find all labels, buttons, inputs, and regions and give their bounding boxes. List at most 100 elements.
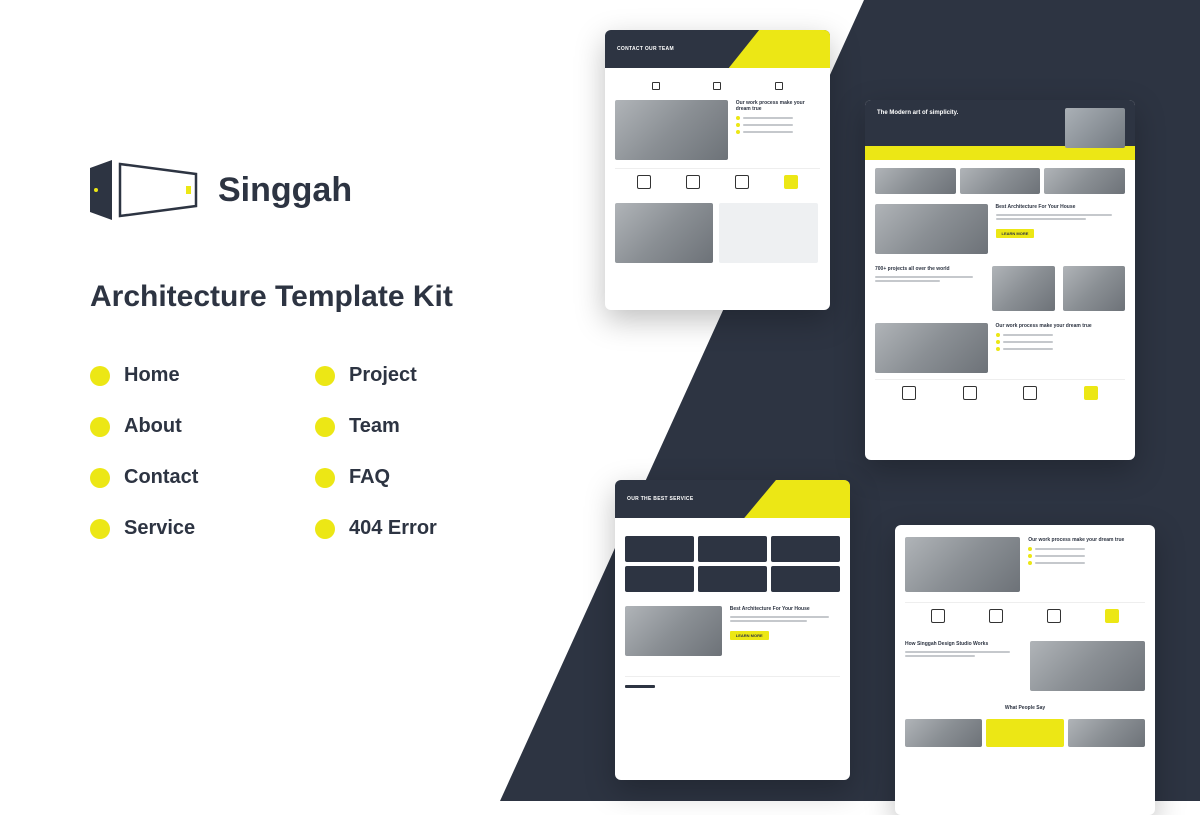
testimonial-accent: [986, 719, 1063, 747]
mockup-header: CONTACT OUR TEAM: [605, 30, 830, 68]
service-card: [698, 536, 767, 562]
service-card: [625, 566, 694, 592]
feature-icon: [1023, 386, 1037, 400]
page-label: 404 Error: [349, 517, 437, 540]
testimonial-image: [1068, 719, 1145, 747]
feature-icon: [686, 175, 700, 189]
project-image: [992, 266, 1055, 311]
contact-icon: [775, 82, 783, 90]
bullet-icon: [90, 519, 110, 539]
thumb-image: [960, 168, 1041, 194]
mockup-header: OUR THE BEST SERVICE: [615, 480, 850, 518]
studio-image: [1030, 641, 1145, 691]
interior-image: [625, 606, 722, 656]
page-label: FAQ: [349, 466, 390, 489]
section-title: Our work process make your dream true: [736, 100, 820, 112]
page-label: Team: [349, 415, 400, 438]
bullet-item: [736, 130, 820, 134]
testimonial-image: [905, 719, 982, 747]
page-label: Service: [124, 517, 195, 540]
page-item-project: Project: [315, 364, 510, 387]
page-item-faq: FAQ: [315, 466, 510, 489]
feature-icon: [1105, 609, 1119, 623]
service-card: [698, 566, 767, 592]
page-item-contact: Contact: [90, 466, 285, 489]
page-item-team: Team: [315, 415, 510, 438]
bullet-item: [1028, 561, 1145, 565]
section-title: 700+ projects all over the world: [875, 266, 984, 272]
section-title: Best Architecture For Your House: [996, 204, 1126, 210]
feature-icon: [637, 175, 651, 189]
contact-icon: [713, 82, 721, 90]
bullet-icon: [315, 366, 335, 386]
hero-section: The Modern art of simplicity.: [865, 100, 1135, 160]
page-label: Project: [349, 364, 417, 387]
service-grid: [625, 536, 840, 592]
page-list: Home About Contact Service Project Team …: [90, 364, 510, 540]
page-item-service: Service: [90, 517, 285, 540]
bedroom-image: [875, 323, 988, 373]
bedroom-image: [905, 537, 1020, 592]
bullet-item: [736, 123, 820, 127]
icon-row: [905, 602, 1145, 629]
page-item-home: Home: [90, 364, 285, 387]
feature-icon: [931, 609, 945, 623]
brand-name: Singgah: [218, 171, 352, 210]
mockup-contact: CONTACT OUR TEAM Our work process make y…: [605, 30, 830, 310]
bullet-item: [1028, 547, 1145, 551]
feature-icon: [735, 175, 749, 189]
map-image: [719, 203, 817, 263]
bullet-icon: [315, 468, 335, 488]
bullet-icon: [90, 468, 110, 488]
mockup-about: Our work process make your dream true Ho…: [895, 525, 1155, 815]
thumb-image: [875, 168, 956, 194]
mockup-service: OUR THE BEST SERVICE Best Architecture F…: [615, 480, 850, 780]
page-label: Home: [124, 364, 180, 387]
section-title: Our work process make your dream true: [996, 323, 1126, 329]
bullet-item: [736, 116, 820, 120]
service-card: [625, 536, 694, 562]
thumb-image: [1044, 168, 1125, 194]
page-label: Contact: [124, 466, 198, 489]
bullet-item: [1028, 554, 1145, 558]
hero-title: The Modern art of simplicity.: [877, 110, 1123, 116]
feature-icon: [1047, 609, 1061, 623]
contact-icon: [652, 82, 660, 90]
room-image: [615, 100, 728, 160]
mockup-home: The Modern art of simplicity. Best Archi…: [865, 100, 1135, 460]
bullet-item: [996, 340, 1126, 344]
icon-row: [875, 379, 1125, 406]
section-title: Our work process make your dream true: [1028, 537, 1145, 543]
page-item-404: 404 Error: [315, 517, 510, 540]
info-panel: Singgah Architecture Template Kit Home A…: [90, 160, 510, 540]
feature-icon: [1084, 386, 1098, 400]
mockup-header-title: OUR THE BEST SERVICE: [627, 496, 693, 502]
logo-icon: [90, 160, 200, 220]
feature-icon: [989, 609, 1003, 623]
feature-icon: [963, 386, 977, 400]
section-title: What People Say: [905, 705, 1145, 711]
page-label: About: [124, 415, 182, 438]
project-image: [1063, 266, 1126, 311]
page-item-about: About: [90, 415, 285, 438]
service-card: [771, 536, 840, 562]
bullet-item: [996, 333, 1126, 337]
bullet-icon: [315, 519, 335, 539]
section-title: How Singgah Design Studio Works: [905, 641, 1022, 647]
bullet-icon: [90, 366, 110, 386]
icon-row: [615, 168, 820, 195]
bullet-icon: [90, 417, 110, 437]
kitchen-image: [615, 203, 713, 263]
mockup-header-title: CONTACT OUR TEAM: [617, 46, 674, 52]
service-card: [771, 566, 840, 592]
cta-button: LEARN MORE: [730, 631, 769, 640]
section-title: Best Architecture For Your House: [730, 606, 840, 612]
brand-lockup: Singgah: [90, 160, 510, 220]
tagline: Architecture Template Kit: [90, 280, 510, 314]
bullet-item: [996, 347, 1126, 351]
cta-button: LEARN MORE: [996, 229, 1035, 238]
feature-icon: [902, 386, 916, 400]
bullet-icon: [315, 417, 335, 437]
feature-icon: [784, 175, 798, 189]
interior-image: [875, 204, 988, 254]
